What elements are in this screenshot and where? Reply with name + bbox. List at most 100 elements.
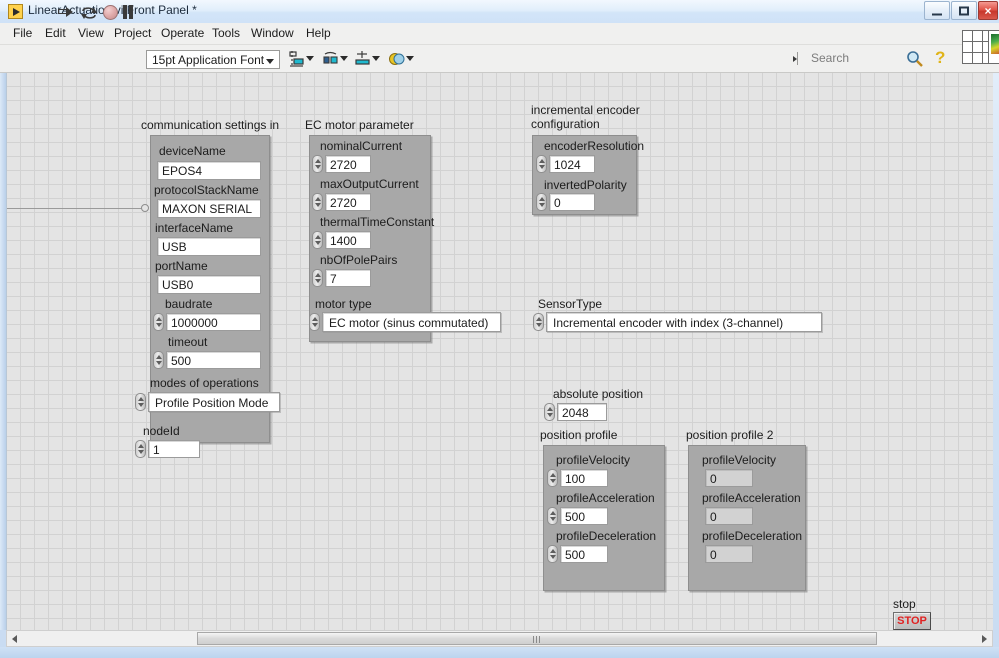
motor-type-label: motor type <box>315 297 372 311</box>
thermaltimeconstant-stepper[interactable] <box>312 231 323 249</box>
profilevelocity-2-label: profileVelocity <box>702 453 776 467</box>
menu-item-project[interactable]: Project <box>110 26 155 40</box>
menu-item-view[interactable]: View <box>74 26 108 40</box>
nbofpolepairs-input[interactable]: 7 <box>325 269 371 287</box>
encoderresolution-label: encoderResolution <box>544 139 644 153</box>
distribute-objects-button[interactable] <box>322 50 348 68</box>
window-bottom-border <box>0 647 999 658</box>
interfacename-input[interactable]: USB <box>157 237 261 256</box>
nominalcurrent-stepper[interactable] <box>312 155 323 173</box>
close-button[interactable]: × <box>978 1 998 20</box>
title-bar: LinearActuation.vi Front Panel * × <box>0 0 999 23</box>
baudrate-label: baudrate <box>165 297 212 311</box>
invertedpolarity-input[interactable]: 0 <box>549 193 595 211</box>
timeout-label: timeout <box>168 335 207 349</box>
maxoutputcurrent-stepper[interactable] <box>312 193 323 211</box>
motor-type-stepper[interactable] <box>309 313 320 331</box>
reorder-button[interactable] <box>388 50 414 68</box>
modes-of-operations-dropdown[interactable]: Profile Position Mode <box>148 392 280 412</box>
run-continuously-icon[interactable] <box>80 5 98 22</box>
encoder-config-title-line2: configuration <box>531 117 600 131</box>
profiledeceleration-label: profileDeceleration <box>556 529 656 543</box>
absolute-position-stepper[interactable] <box>544 403 555 421</box>
baudrate-stepper[interactable] <box>153 313 164 331</box>
profileacceleration-2-indicator: 0 <box>705 507 753 525</box>
chevron-down-icon <box>266 59 274 64</box>
profileacceleration-stepper[interactable] <box>547 507 558 525</box>
profiledeceleration-stepper[interactable] <box>547 545 558 563</box>
modes-of-operations-label: modes of operations <box>150 376 259 390</box>
scrollbar-thumb[interactable] <box>197 632 877 645</box>
nominalcurrent-label: nominalCurrent <box>320 139 402 153</box>
chevron-down-icon <box>340 56 348 61</box>
profilevelocity-label: profileVelocity <box>556 453 630 467</box>
search-icon[interactable] <box>906 50 924 68</box>
front-panel-window-thumbnail[interactable] <box>988 30 999 64</box>
position-profile-title: position profile <box>540 428 617 442</box>
horizontal-scrollbar[interactable] <box>6 630 993 647</box>
profiledeceleration-input[interactable]: 500 <box>560 545 608 563</box>
abort-execution-icon[interactable] <box>103 5 118 20</box>
stop-label: stop <box>893 597 916 611</box>
font-selector[interactable]: 15pt Application Font <box>146 50 280 69</box>
profileacceleration-input[interactable]: 500 <box>560 507 608 525</box>
menu-item-window[interactable]: Window <box>247 26 298 40</box>
protocolstackname-label: protocolStackName <box>154 183 259 197</box>
align-objects-button[interactable] <box>288 50 314 68</box>
portname-input[interactable]: USB0 <box>157 275 261 294</box>
minimize-button[interactable] <box>924 1 950 20</box>
absolute-position-input[interactable]: 2048 <box>557 403 607 421</box>
chevron-down-icon <box>306 56 314 61</box>
maxoutputcurrent-input[interactable]: 2720 <box>325 193 371 211</box>
labview-vi-icon <box>8 4 23 19</box>
menu-item-edit[interactable]: Edit <box>41 26 70 40</box>
font-selector-label: 15pt Application Font <box>152 53 264 67</box>
modes-of-operations-stepper[interactable] <box>135 393 146 411</box>
profilevelocity-stepper[interactable] <box>547 469 558 487</box>
menu-item-help[interactable]: Help <box>302 26 335 40</box>
menu-item-file[interactable]: File <box>9 26 36 40</box>
interfacename-label: interfaceName <box>155 221 233 235</box>
maximize-button[interactable] <box>951 1 977 20</box>
invertedpolarity-label: invertedPolarity <box>544 178 627 192</box>
sensor-type-dropdown[interactable]: Incremental encoder with index (3-channe… <box>546 312 822 332</box>
nodeid-stepper[interactable] <box>135 440 146 458</box>
sensor-type-stepper[interactable] <box>533 313 544 331</box>
encoderresolution-stepper[interactable] <box>536 155 547 173</box>
absolute-position-label: absolute position <box>553 387 643 401</box>
thermaltimeconstant-input[interactable]: 1400 <box>325 231 371 249</box>
search-placeholder: Search <box>811 51 849 65</box>
pause-icon[interactable] <box>123 5 135 19</box>
labview-front-panel-window: LinearActuation.vi Front Panel * × File … <box>0 0 999 658</box>
front-panel-canvas[interactable]: communication settings in deviceName EPO… <box>6 73 993 630</box>
position-profile-2-title: position profile 2 <box>686 428 773 442</box>
profilevelocity-input[interactable]: 100 <box>560 469 608 487</box>
stop-button[interactable]: STOP <box>893 612 931 630</box>
nominalcurrent-input[interactable]: 2720 <box>325 155 371 173</box>
timeout-input[interactable]: 500 <box>166 351 261 369</box>
menu-bar: File Edit View Project Operate Tools Win… <box>0 23 999 45</box>
menu-item-tools[interactable]: Tools <box>208 26 244 40</box>
devicename-input[interactable]: EPOS4 <box>157 161 261 180</box>
resize-objects-button[interactable] <box>354 50 380 68</box>
thermaltimeconstant-label: thermalTimeConstant <box>320 215 434 229</box>
menu-item-operate[interactable]: Operate <box>157 26 208 40</box>
maxoutputcurrent-label: maxOutputCurrent <box>320 177 419 191</box>
encoderresolution-input[interactable]: 1024 <box>549 155 595 173</box>
scroll-left-icon[interactable] <box>12 635 17 643</box>
cluster-wire-line <box>7 208 143 209</box>
communication-settings-title: communication settings in <box>141 118 279 132</box>
nodeid-input[interactable]: 1 <box>148 440 200 458</box>
cluster-resize-handle[interactable] <box>141 204 149 212</box>
context-help-icon[interactable]: ? <box>935 49 945 67</box>
nbofpolepairs-stepper[interactable] <box>312 269 323 287</box>
timeout-stepper[interactable] <box>153 351 164 369</box>
motor-type-dropdown[interactable]: EC motor (sinus commutated) <box>322 312 501 332</box>
scroll-right-icon[interactable] <box>982 635 987 643</box>
run-icon[interactable] <box>58 5 75 22</box>
protocolstackname-input[interactable]: MAXON SERIAL <box>157 199 261 218</box>
invertedpolarity-stepper[interactable] <box>536 193 547 211</box>
encoder-config-title-line1: incremental encoder <box>531 103 640 117</box>
sensor-type-label: SensorType <box>538 297 602 311</box>
baudrate-input[interactable]: 1000000 <box>166 313 261 331</box>
